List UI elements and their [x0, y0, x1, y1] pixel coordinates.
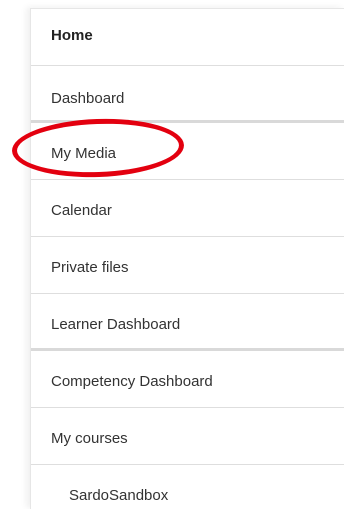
nav-item-label: Competency Dashboard	[51, 373, 213, 390]
nav-item-label: Calendar	[51, 202, 112, 219]
navigation-panel: Home Dashboard My Media Calendar Private…	[30, 8, 344, 509]
nav-item-label: Private files	[51, 259, 129, 276]
nav-item-calendar[interactable]: Calendar	[31, 180, 344, 237]
nav-item-label: Home	[51, 27, 93, 44]
nav-item-my-courses[interactable]: My courses	[31, 408, 344, 465]
nav-item-competency-dashboard[interactable]: Competency Dashboard	[31, 351, 344, 408]
nav-item-course-sardosandbox[interactable]: SardoSandbox	[31, 465, 344, 509]
nav-item-private-files[interactable]: Private files	[31, 237, 344, 294]
nav-item-home[interactable]: Home	[31, 9, 344, 66]
nav-item-my-media[interactable]: My Media	[31, 123, 344, 180]
nav-item-dashboard[interactable]: Dashboard	[31, 66, 344, 123]
nav-item-label: My Media	[51, 145, 117, 162]
nav-item-label: SardoSandbox	[69, 487, 169, 504]
nav-item-label: Dashboard	[51, 90, 125, 107]
nav-item-learner-dashboard[interactable]: Learner Dashboard	[31, 294, 344, 351]
nav-item-label: Learner Dashboard	[51, 316, 181, 333]
nav-item-label: My courses	[51, 430, 128, 447]
